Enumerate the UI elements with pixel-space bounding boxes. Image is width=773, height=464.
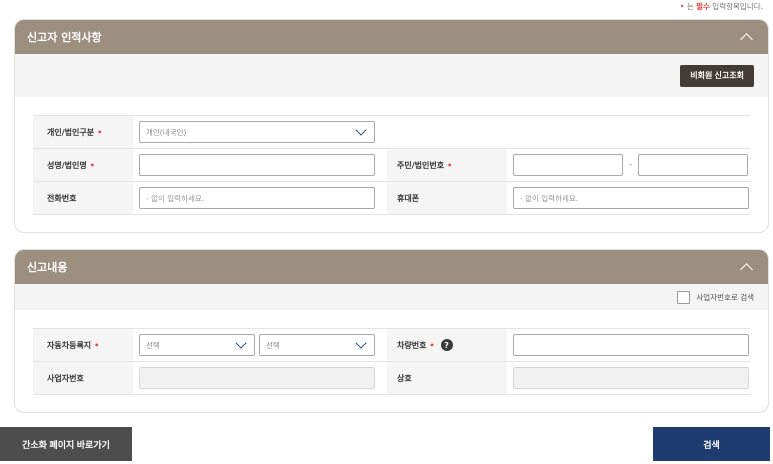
chevron-down-icon	[354, 127, 368, 137]
id-number-front-input[interactable]	[513, 154, 623, 176]
name-input[interactable]	[139, 154, 375, 176]
region-select-1[interactable]: 선택	[139, 334, 255, 356]
required-mark: •	[447, 160, 453, 170]
checkbox-box[interactable]	[677, 290, 691, 304]
type-select[interactable]: 개인(내국인)	[139, 121, 375, 143]
form-row-name: 성명/법인명 • 주민/법인번호 • -	[33, 149, 750, 182]
report-toolbar: 사업자번호로 검색	[15, 284, 768, 310]
required-mark: •	[429, 340, 435, 350]
company-input	[513, 367, 749, 389]
reporter-toolbar: 비회원 신고조회	[15, 54, 768, 97]
biz-no-label: 사업자번호	[33, 362, 133, 394]
plate-label: 차량번호 •?	[387, 329, 507, 361]
form-row-region: 자동차등록지 • 선택 선택 차량번호 •?	[33, 329, 750, 362]
id-separator: -	[629, 160, 633, 170]
required-note: • 는 필수 입력항목입니다.	[680, 2, 763, 11]
required-mark: •	[94, 340, 100, 350]
search-button[interactable]: 검색	[653, 427, 770, 461]
simple-page-button[interactable]: 간소화 페이지 바로가기	[0, 427, 132, 461]
report-form: 자동차등록지 • 선택 선택 차량번호 •? 사업자번호 상호	[33, 328, 750, 395]
name-label: 성명/법인명 •	[33, 149, 133, 181]
form-row-phone: 전화번호 - 없이 입력하세요. 휴대폰 - 없이 입력하세요.	[33, 182, 750, 215]
help-icon[interactable]: ?	[440, 339, 453, 351]
chevron-up-icon[interactable]	[740, 31, 752, 43]
chevron-up-icon[interactable]	[740, 261, 752, 273]
biz-search-checkbox[interactable]: 사업자번호로 검색	[677, 290, 754, 304]
phone-input[interactable]: - 없이 입력하세요.	[139, 187, 375, 209]
form-row-type: 개인/법인구분 • 개인(내국인)	[33, 116, 750, 149]
plate-input[interactable]	[513, 334, 749, 356]
region-select-2[interactable]: 선택	[259, 334, 375, 356]
phone-label: 전화번호	[33, 182, 133, 214]
reporter-panel-title: 신고자 인적사항	[27, 31, 102, 44]
reporter-panel-header[interactable]: 신고자 인적사항	[15, 20, 768, 54]
type-label: 개인/법인구분 •	[33, 116, 133, 148]
reporter-form: 개인/법인구분 • 개인(내국인) 성명/법인명 • 주민/법인번호 • - 전화번호	[33, 115, 750, 215]
company-label: 상호	[387, 362, 507, 394]
biz-no-input	[139, 367, 375, 389]
id-number-label: 주민/법인번호 •	[387, 149, 507, 181]
report-panel-title: 신고내용	[27, 261, 68, 274]
chevron-down-icon	[234, 340, 248, 350]
mobile-input[interactable]: - 없이 입력하세요.	[513, 187, 749, 209]
report-panel: 신고내용 사업자번호로 검색 자동차등록지 • 선택 선택 차량번호 •? 사업…	[14, 249, 769, 413]
reporter-panel: 신고자 인적사항 비회원 신고조회 개인/법인구분 • 개인(내국인) 성명/법인…	[14, 19, 769, 233]
id-number-back-input[interactable]	[638, 154, 749, 176]
chevron-down-icon	[354, 340, 368, 350]
region-label: 자동차등록지 •	[33, 329, 133, 361]
required-mark: •	[97, 127, 103, 137]
mobile-label: 휴대폰	[387, 182, 507, 214]
required-mark: •	[89, 160, 95, 170]
guest-lookup-button[interactable]: 비회원 신고조회	[680, 64, 754, 87]
report-panel-header[interactable]: 신고내용	[15, 250, 768, 284]
form-row-biz: 사업자번호 상호	[33, 362, 750, 395]
